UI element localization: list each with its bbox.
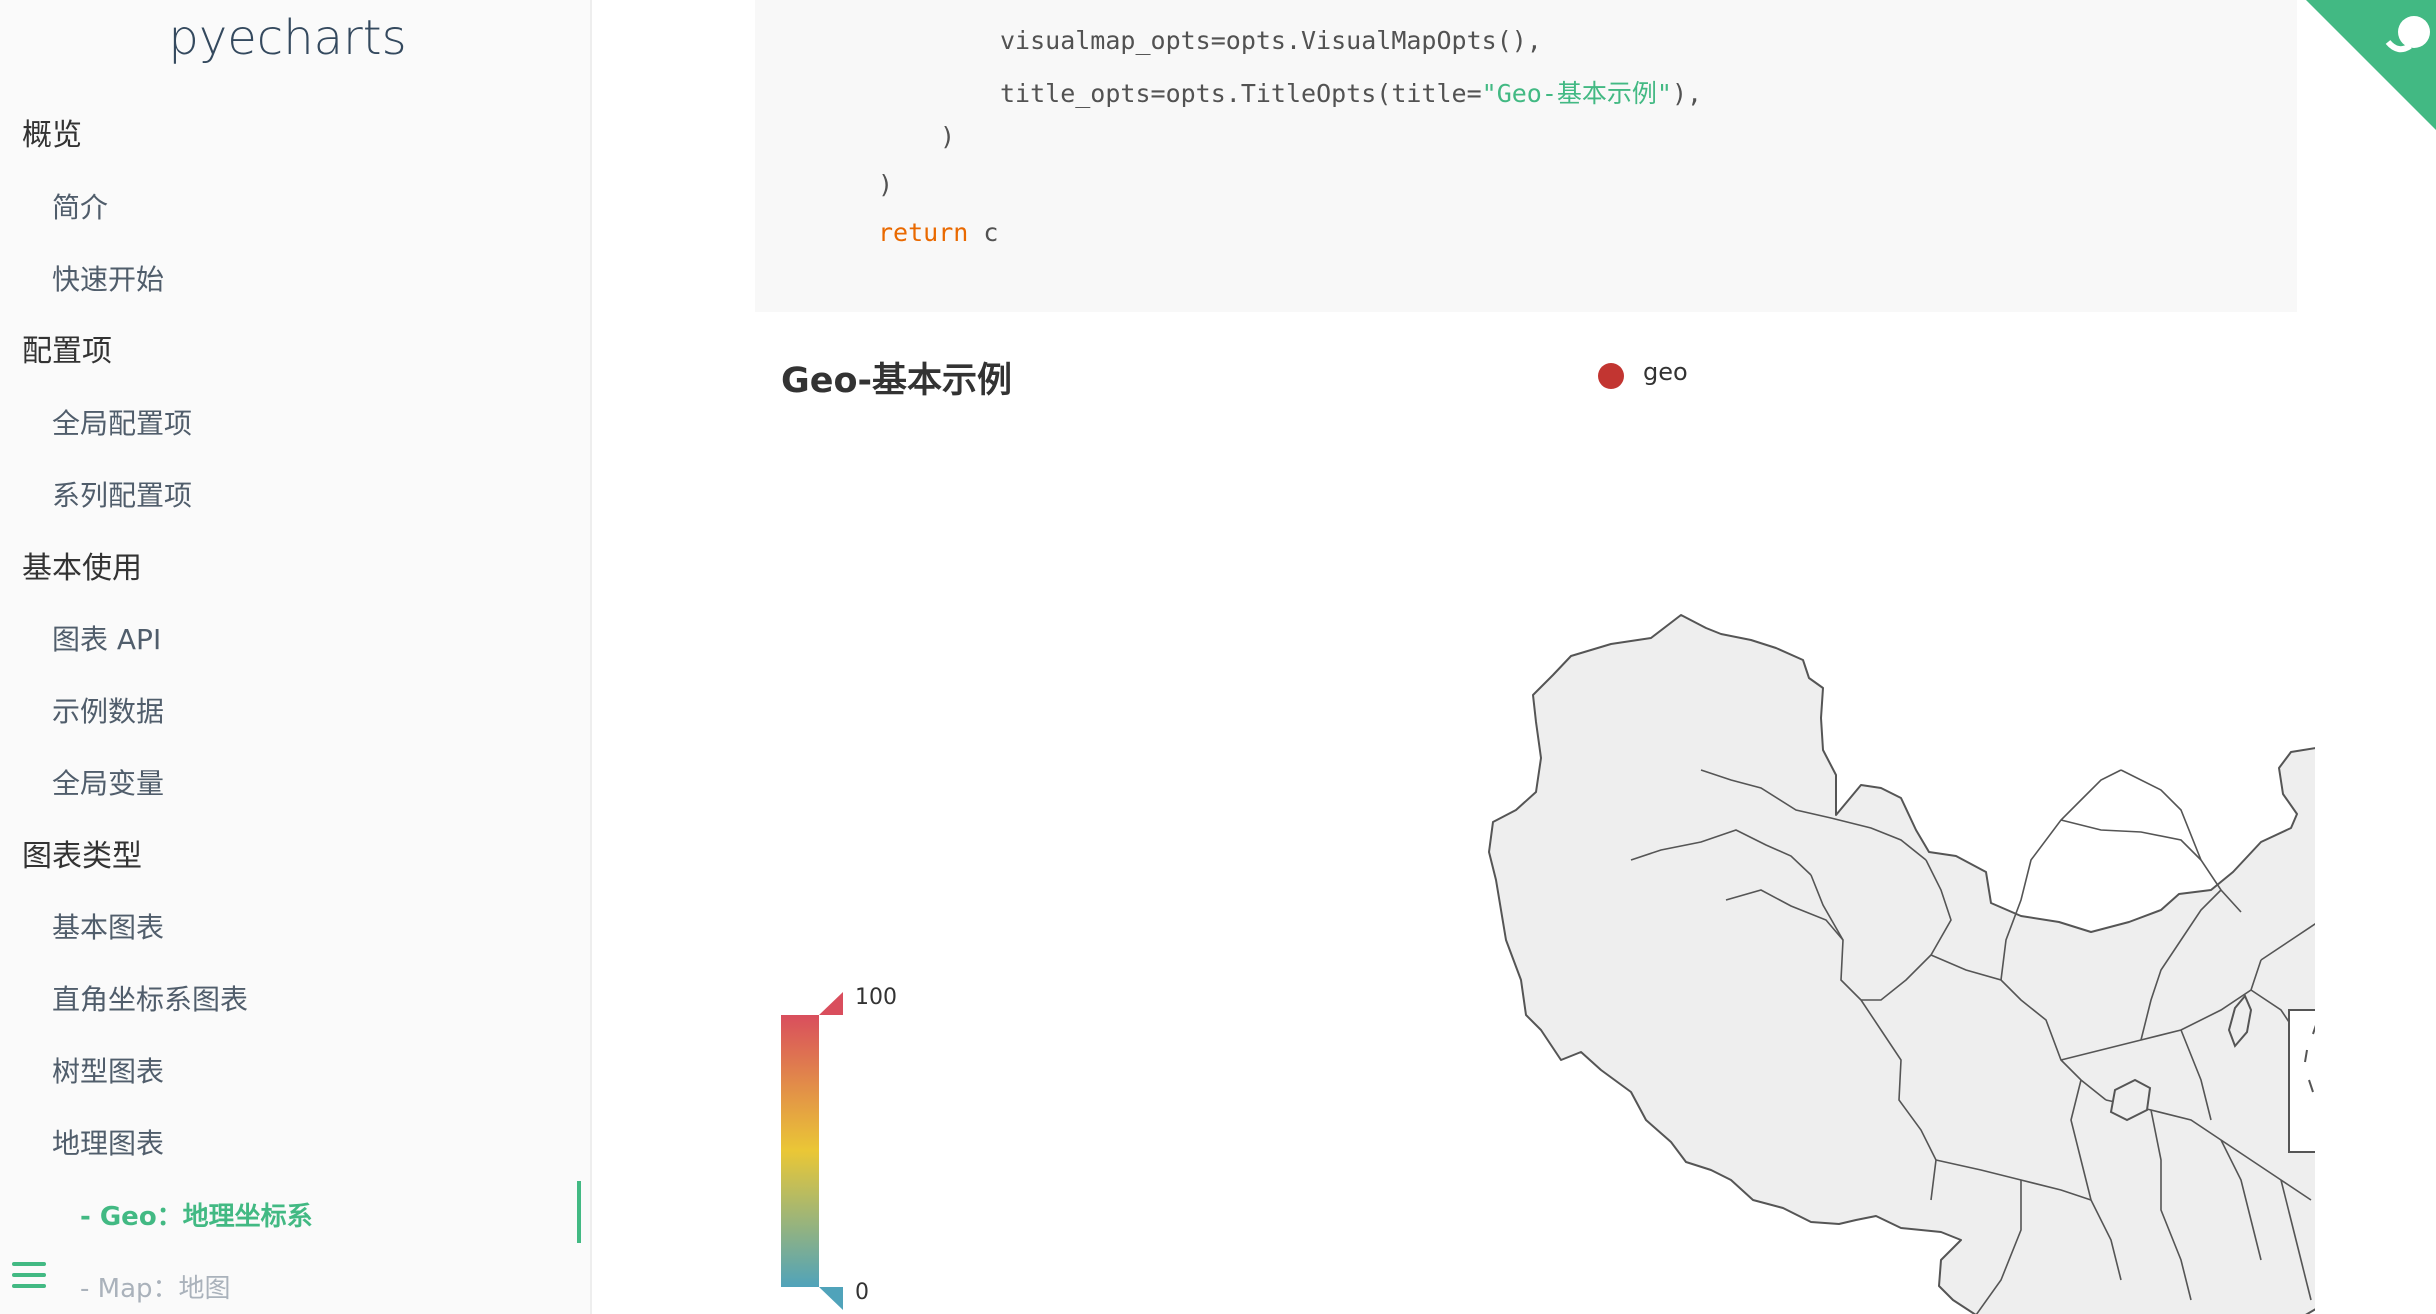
active-indicator [577,1181,581,1243]
nav-item-geo[interactable]: - Geo：地理坐标系 [80,1196,313,1233]
code-line-title: title_opts=opts.TitleOpts(title="Geo-基本示… [1000,74,1702,110]
china-map-outline [1488,614,2315,1314]
visualmap-max-label: 100 [855,985,897,1010]
code-token: c [968,218,999,247]
code-token: ), [1671,79,1703,108]
nav-section-overview[interactable]: 概览 [22,110,82,154]
south-sea-inset [2288,1009,2315,1153]
map-svg [819,614,2315,1314]
code-line-clipped [940,0,1301,7]
code-block: visualmap_opts=opts.VisualMapOpts(), tit… [755,0,2297,312]
visualmap-min-label: 0 [855,1280,869,1305]
code-token: title_opts=opts.TitleOpts(title= [1000,79,1482,108]
nav-item-series-options[interactable]: 系列配置项 [52,474,192,514]
code-line-visualmap: visualmap_opts=opts.VisualMapOpts(), [1000,26,1542,55]
code-line-close-paren: ) [878,170,894,199]
nav-item-intro[interactable]: 简介 [52,186,108,226]
code-keyword: return [878,218,969,247]
github-corner-icon[interactable] [2306,0,2436,130]
nav-item-quickstart[interactable]: 快速开始 [52,258,164,298]
nav-item-chart-api[interactable]: 图表 API [52,618,161,658]
code-line-close-paren: ) [940,122,956,151]
nav-section-chart-types[interactable]: 图表类型 [22,831,142,875]
nav-item-tree-charts[interactable]: 树型图表 [52,1050,164,1090]
code-line-return: return c [878,218,998,247]
app-title[interactable]: pyecharts [0,10,575,66]
nav-section-basic-usage[interactable]: 基本使用 [22,543,142,587]
nav-item-sample-data[interactable]: 示例数据 [52,690,164,730]
nav-item-global-vars[interactable]: 全局变量 [52,762,164,802]
geo-chart: Geo-基本示例 geo 100 0 [755,320,2315,1314]
nav-item-geo-charts[interactable]: 地理图表 [52,1122,164,1162]
visualmap-handle-min[interactable] [819,1287,843,1310]
nav-item-map[interactable]: - Map：地图 [80,1268,231,1305]
nav-section-options[interactable]: 配置项 [22,326,112,370]
nav-item-global-options[interactable]: 全局配置项 [52,402,192,442]
menu-toggle-icon[interactable] [12,1262,48,1290]
code-string: "Geo-基本示例" [1481,79,1672,108]
nav-item-rect-charts[interactable]: 直角坐标系图表 [52,978,248,1018]
visualmap-handle-max[interactable] [819,992,843,1015]
nav-item-basic-charts[interactable]: 基本图表 [52,906,164,946]
sidebar: pyecharts 概览 简介 快速开始 配置项 全局配置项 系列配置项 基本使… [0,0,592,1314]
